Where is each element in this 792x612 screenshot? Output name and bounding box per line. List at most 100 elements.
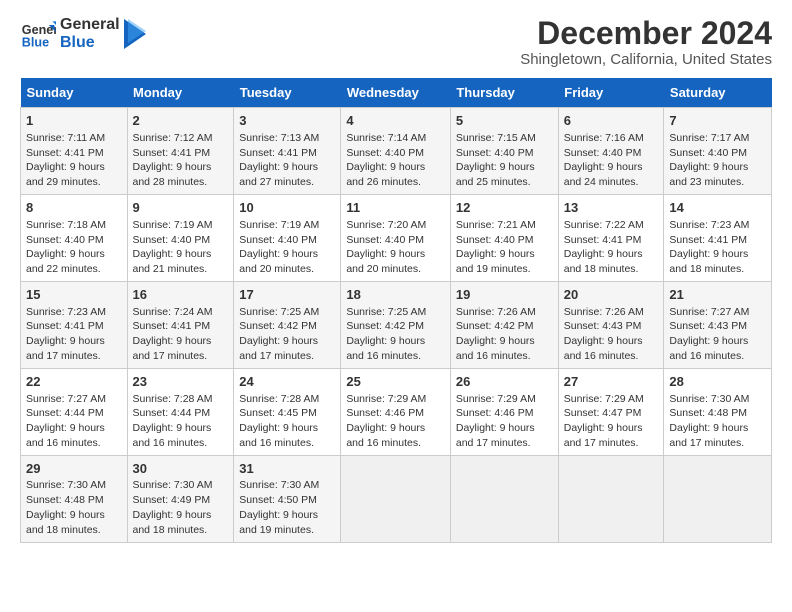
day-detail: Sunrise: 7:23 AMSunset: 4:41 PMDaylight:… (669, 219, 749, 276)
day-number: 13 (564, 199, 659, 217)
col-friday: Friday (558, 78, 664, 108)
calendar-cell: 24 Sunrise: 7:28 AMSunset: 4:45 PMDayligh… (234, 368, 341, 455)
calendar-cell: 1Sunrise: 7:11 AMSunset: 4:41 PMDaylight… (21, 108, 128, 195)
day-detail: Sunrise: 7:28 AMSunset: 4:44 PMDaylight:… (133, 393, 213, 450)
header-row: Sunday Monday Tuesday Wednesday Thursday… (21, 78, 772, 108)
day-number: 3 (239, 112, 335, 130)
day-number: 24 (239, 373, 335, 391)
day-detail: Sunrise: 7:16 AMSunset: 4:40 PMDaylight:… (564, 132, 644, 189)
day-number: 31 (239, 460, 335, 478)
calendar-cell: 31Sunrise: 7:30 AMSunset: 4:50 PMDayligh… (234, 455, 341, 542)
calendar-subtitle: Shingletown, California, United States (520, 51, 772, 68)
calendar-cell: 8Sunrise: 7:18 AMSunset: 4:40 PMDaylight… (21, 195, 128, 282)
day-number: 10 (239, 199, 335, 217)
calendar-cell: 27Sunrise: 7:29 AMSunset: 4:47 PMDayligh… (558, 368, 664, 455)
title-block: December 2024 Shingletown, California, U… (520, 16, 772, 68)
day-detail: Sunrise: 7:22 AMSunset: 4:41 PMDaylight:… (564, 219, 644, 276)
day-number: 7 (669, 112, 766, 130)
calendar-cell: 5 Sunrise: 7:15 AMSunset: 4:40 PMDaylight… (450, 108, 558, 195)
calendar-cell: 21 Sunrise: 7:27 AMSunset: 4:43 PMDayligh… (664, 282, 772, 369)
day-detail: Sunrise: 7:25 AMSunset: 4:42 PMDaylight:… (346, 306, 426, 363)
day-detail: Sunrise: 7:29 AMSunset: 4:46 PMDaylight:… (456, 393, 536, 450)
day-detail: Sunrise: 7:30 AMSunset: 4:48 PMDaylight:… (26, 479, 106, 536)
calendar-cell: 6 Sunrise: 7:16 AMSunset: 4:40 PMDaylight… (558, 108, 664, 195)
day-detail: Sunrise: 7:15 AMSunset: 4:40 PMDaylight:… (456, 132, 536, 189)
day-detail: Sunrise: 7:28 AMSunset: 4:45 PMDaylight:… (239, 393, 319, 450)
day-detail: Sunrise: 7:18 AMSunset: 4:40 PMDaylight:… (26, 219, 106, 276)
calendar-cell: 9Sunrise: 7:19 AMSunset: 4:40 PMDaylight… (127, 195, 234, 282)
day-number: 28 (669, 373, 766, 391)
day-detail: Sunrise: 7:25 AMSunset: 4:42 PMDaylight:… (239, 306, 319, 363)
col-sunday: Sunday (21, 78, 128, 108)
calendar-cell (664, 455, 772, 542)
calendar-cell: 19 Sunrise: 7:26 AMSunset: 4:42 PMDayligh… (450, 282, 558, 369)
day-number: 15 (26, 286, 122, 304)
col-monday: Monday (127, 78, 234, 108)
day-detail: Sunrise: 7:30 AMSunset: 4:50 PMDaylight:… (239, 479, 319, 536)
logo-arrow-icon (124, 19, 146, 49)
day-number: 12 (456, 199, 553, 217)
day-number: 6 (564, 112, 659, 130)
day-number: 14 (669, 199, 766, 217)
col-wednesday: Wednesday (341, 78, 451, 108)
calendar-cell: 18 Sunrise: 7:25 AMSunset: 4:42 PMDayligh… (341, 282, 451, 369)
day-number: 1 (26, 112, 122, 130)
day-number: 5 (456, 112, 553, 130)
calendar-cell: 4Sunrise: 7:14 AMSunset: 4:40 PMDaylight… (341, 108, 451, 195)
day-detail: Sunrise: 7:23 AMSunset: 4:41 PMDaylight:… (26, 306, 106, 363)
day-detail: Sunrise: 7:20 AMSunset: 4:40 PMDaylight:… (346, 219, 426, 276)
day-detail: Sunrise: 7:26 AMSunset: 4:43 PMDaylight:… (564, 306, 644, 363)
calendar-cell: 7Sunrise: 7:17 AMSunset: 4:40 PMDaylight… (664, 108, 772, 195)
day-detail: Sunrise: 7:30 AMSunset: 4:48 PMDaylight:… (669, 393, 749, 450)
page: General Blue General Blue December 2024 … (0, 0, 792, 559)
day-detail: Sunrise: 7:13 AMSunset: 4:41 PMDaylight:… (239, 132, 319, 189)
calendar-cell: 14 Sunrise: 7:23 AMSunset: 4:41 PMDayligh… (664, 195, 772, 282)
col-thursday: Thursday (450, 78, 558, 108)
day-number: 25 (346, 373, 445, 391)
day-detail: Sunrise: 7:27 AMSunset: 4:43 PMDaylight:… (669, 306, 749, 363)
day-number: 20 (564, 286, 659, 304)
calendar-cell (450, 455, 558, 542)
day-detail: Sunrise: 7:19 AMSunset: 4:40 PMDaylight:… (239, 219, 319, 276)
calendar-cell: 3 Sunrise: 7:13 AMSunset: 4:41 PMDaylight… (234, 108, 341, 195)
calendar-cell (558, 455, 664, 542)
calendar-cell: 13 Sunrise: 7:22 AMSunset: 4:41 PMDayligh… (558, 195, 664, 282)
calendar-header: Sunday Monday Tuesday Wednesday Thursday… (21, 78, 772, 108)
day-detail: Sunrise: 7:21 AMSunset: 4:40 PMDaylight:… (456, 219, 536, 276)
calendar-cell: 29Sunrise: 7:30 AMSunset: 4:48 PMDayligh… (21, 455, 128, 542)
day-number: 19 (456, 286, 553, 304)
day-detail: Sunrise: 7:24 AMSunset: 4:41 PMDaylight:… (133, 306, 213, 363)
calendar-body: 1Sunrise: 7:11 AMSunset: 4:41 PMDaylight… (21, 108, 772, 543)
logo-general: General (60, 16, 120, 34)
calendar-cell: 20 Sunrise: 7:26 AMSunset: 4:43 PMDayligh… (558, 282, 664, 369)
day-number: 29 (26, 460, 122, 478)
day-number: 9 (133, 199, 229, 217)
day-number: 21 (669, 286, 766, 304)
calendar-week-3: 15 Sunrise: 7:23 AMSunset: 4:41 PMDayligh… (21, 282, 772, 369)
col-saturday: Saturday (664, 78, 772, 108)
day-detail: Sunrise: 7:12 AMSunset: 4:41 PMDaylight:… (133, 132, 213, 189)
day-number: 17 (239, 286, 335, 304)
calendar-cell: 11 Sunrise: 7:20 AMSunset: 4:40 PMDayligh… (341, 195, 451, 282)
calendar-cell (341, 455, 451, 542)
calendar-cell: 28 Sunrise: 7:30 AMSunset: 4:48 PMDayligh… (664, 368, 772, 455)
calendar-week-2: 8Sunrise: 7:18 AMSunset: 4:40 PMDaylight… (21, 195, 772, 282)
day-detail: Sunrise: 7:29 AMSunset: 4:46 PMDaylight:… (346, 393, 426, 450)
logo: General Blue General Blue (20, 16, 146, 52)
day-detail: Sunrise: 7:26 AMSunset: 4:42 PMDaylight:… (456, 306, 536, 363)
calendar-cell: 30Sunrise: 7:30 AMSunset: 4:49 PMDayligh… (127, 455, 234, 542)
calendar-week-1: 1Sunrise: 7:11 AMSunset: 4:41 PMDaylight… (21, 108, 772, 195)
calendar-cell: 22Sunrise: 7:27 AMSunset: 4:44 PMDayligh… (21, 368, 128, 455)
day-number: 11 (346, 199, 445, 217)
day-number: 2 (133, 112, 229, 130)
calendar-cell: 15 Sunrise: 7:23 AMSunset: 4:41 PMDayligh… (21, 282, 128, 369)
header: General Blue General Blue December 2024 … (20, 16, 772, 68)
calendar-cell: 2 Sunrise: 7:12 AMSunset: 4:41 PMDaylight… (127, 108, 234, 195)
day-number: 16 (133, 286, 229, 304)
logo-blue: Blue (60, 34, 120, 52)
day-number: 4 (346, 112, 445, 130)
calendar-cell: 16 Sunrise: 7:24 AMSunset: 4:41 PMDayligh… (127, 282, 234, 369)
col-tuesday: Tuesday (234, 78, 341, 108)
day-number: 18 (346, 286, 445, 304)
day-detail: Sunrise: 7:29 AMSunset: 4:47 PMDaylight:… (564, 393, 644, 450)
